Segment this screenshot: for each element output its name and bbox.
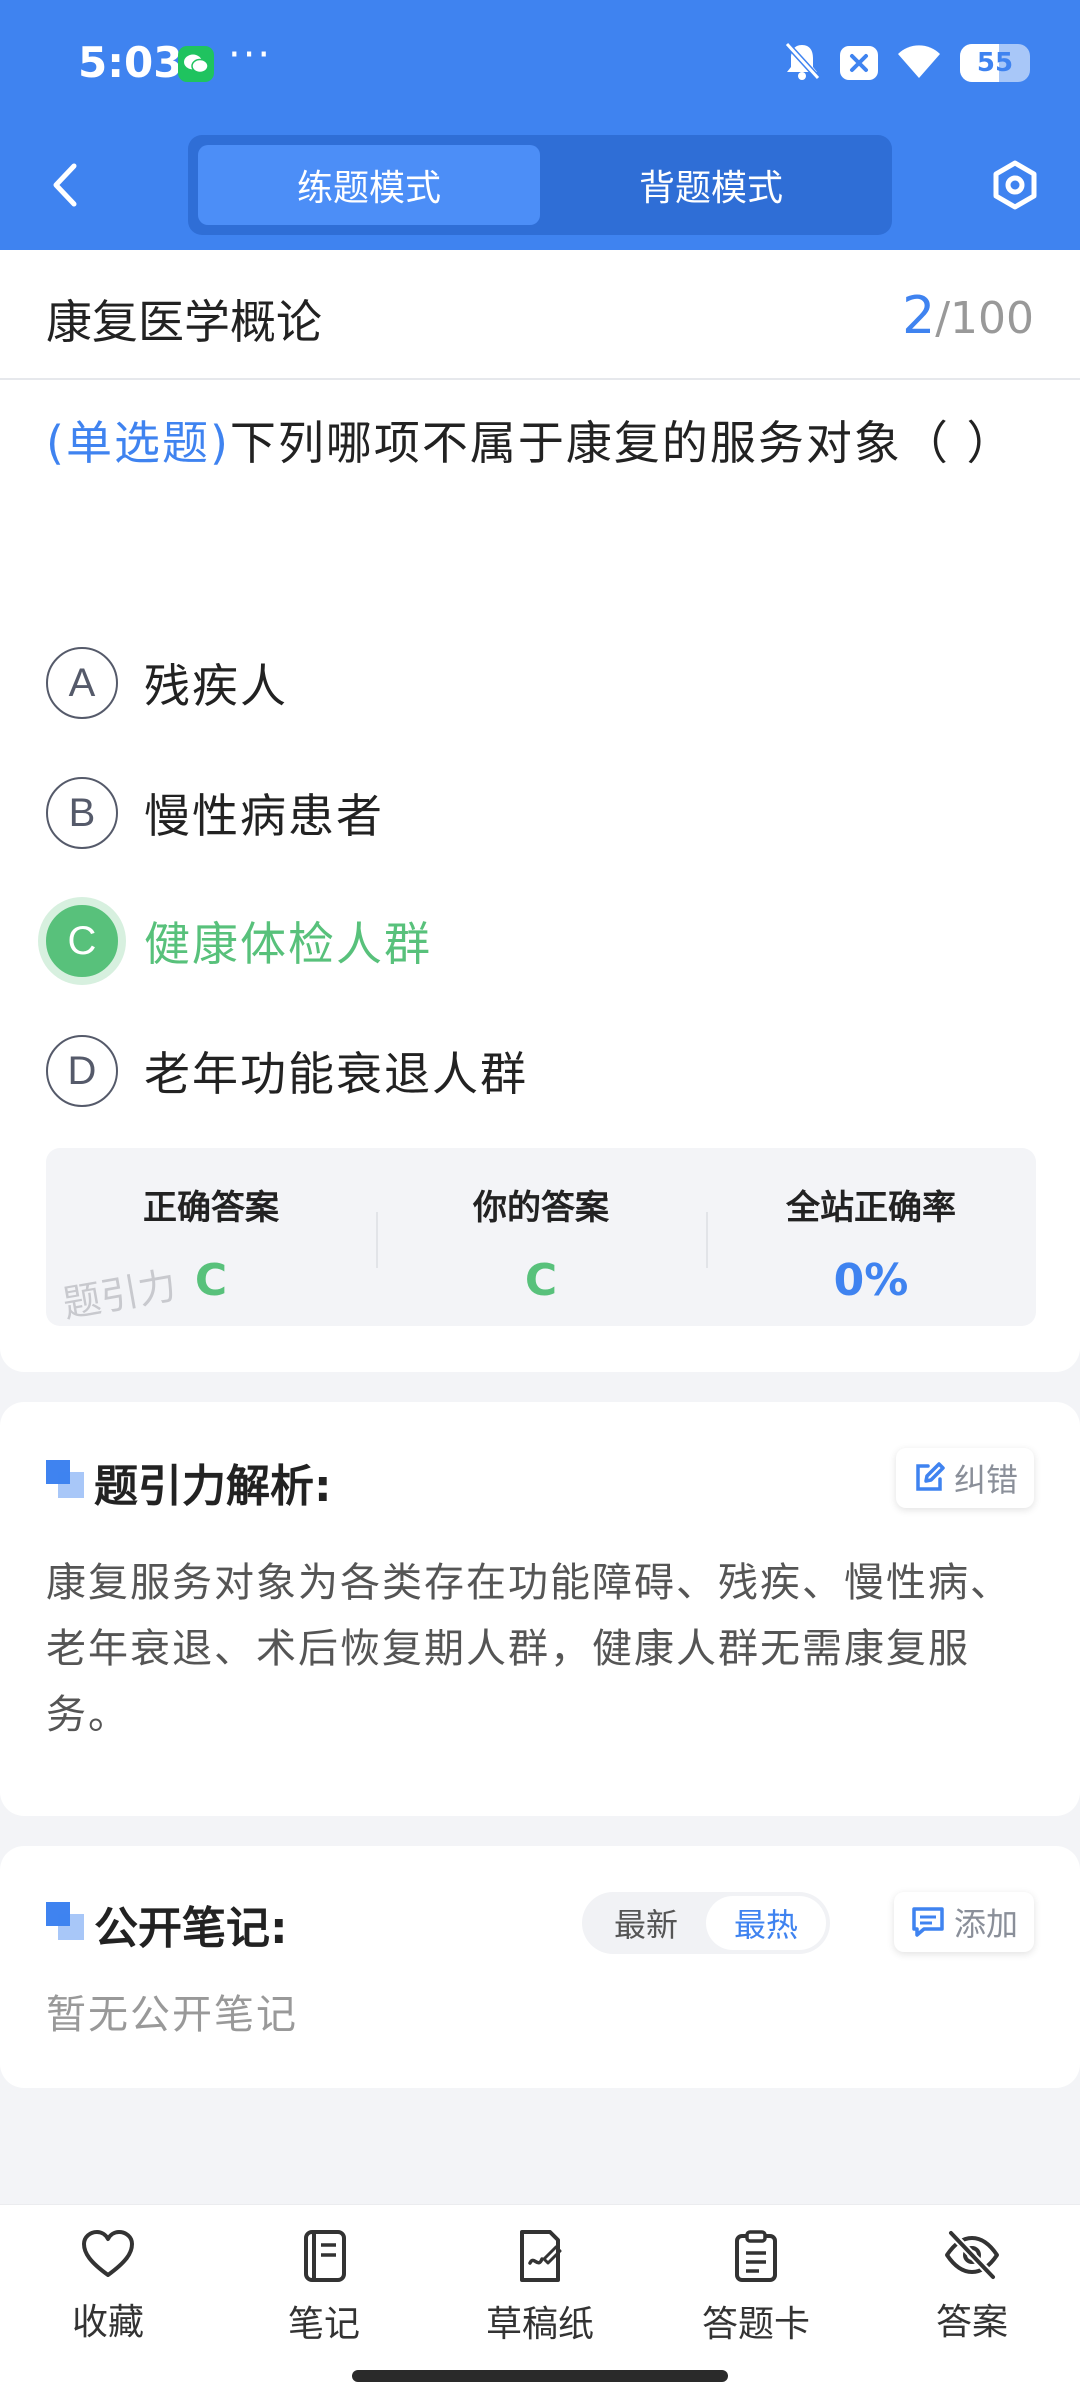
empty-notes-text: 暂无公开笔记 — [46, 1992, 298, 2038]
question-header: 康复医学概论 2/100 — [0, 250, 1080, 380]
back-button[interactable] — [40, 158, 90, 212]
question-type: (单选题) — [46, 416, 230, 470]
option-text: 慢性病患者 — [144, 789, 384, 843]
report-error-label: 纠错 — [953, 1461, 1018, 1499]
option-letter: A — [46, 647, 118, 719]
option-letter: B — [46, 777, 118, 849]
answer-card-icon — [735, 2230, 777, 2282]
notes-title: 公开笔记: — [94, 1903, 288, 1954]
option-a[interactable]: A 残疾人 — [46, 646, 288, 720]
answer-card-label: 答题卡 — [701, 2304, 810, 2345]
total-questions: /100 — [935, 293, 1034, 344]
eye-off-icon — [945, 2230, 999, 2280]
heart-icon — [82, 2230, 134, 2277]
section-icon — [46, 1460, 84, 1498]
settings-button[interactable] — [986, 156, 1044, 214]
option-letter: C — [46, 905, 118, 977]
tab-practice-mode[interactable]: 练题模式 — [198, 145, 540, 225]
option-letter: D — [46, 1035, 118, 1107]
accuracy-value: 0% — [833, 1255, 909, 1306]
silent-bell-icon — [782, 40, 822, 86]
option-text: 健康体检人群 — [144, 917, 432, 971]
mode-switch: 练题模式 背题模式 — [188, 135, 892, 235]
option-text: 老年功能衰退人群 — [144, 1047, 528, 1101]
analysis-title: 题引力解析: — [94, 1461, 332, 1512]
app-header: 5:03 ··· 55 练题模式 背题模式 — [0, 0, 1080, 250]
question-progress: 2/100 — [902, 286, 1034, 346]
question-text: 下列哪项不属于康复的服务对象（ ） — [229, 416, 1015, 470]
edit-icon — [916, 1462, 945, 1491]
add-note-button[interactable]: 添加 — [893, 1892, 1034, 1952]
correct-answer-value: C — [194, 1255, 228, 1306]
analysis-card: 题引力解析: 纠错 康复服务对象为各类存在功能障碍、残疾、慢性病、老年衰退、术后… — [0, 1402, 1080, 1816]
option-d[interactable]: D 老年功能衰退人群 — [46, 1034, 528, 1108]
status-bar: 5:03 ··· 55 — [0, 0, 1080, 125]
comment-icon — [912, 1907, 944, 1937]
course-title: 康复医学概论 — [46, 295, 322, 349]
tab-memorize-mode[interactable]: 背题模式 — [540, 145, 882, 225]
favorite-label: 收藏 — [71, 2302, 144, 2343]
your-answer-value: C — [524, 1255, 558, 1306]
home-indicator[interactable] — [352, 2370, 728, 2382]
notes-card: 公开笔记: 最新 最热 添加 暂无公开笔记 — [0, 1846, 1080, 2088]
notes-label: 笔记 — [287, 2304, 360, 2345]
your-answer-block: 你的答案 C — [376, 1148, 706, 1326]
settings-icon — [993, 160, 1037, 210]
show-answer-label: 答案 — [935, 2302, 1008, 2343]
battery-level: 55 — [976, 48, 1014, 78]
sort-hot-button[interactable]: 最热 — [706, 1896, 826, 1950]
notes-sort-toggle: 最新 最热 — [582, 1892, 830, 1954]
add-note-label: 添加 — [953, 1905, 1018, 1943]
report-error-button[interactable]: 纠错 — [895, 1448, 1034, 1508]
analysis-text: 康复服务对象为各类存在功能障碍、残疾、慢性病、老年衰退、术后恢复期人群，健康人群… — [46, 1560, 1012, 1738]
sort-latest-button[interactable]: 最新 — [586, 1896, 706, 1950]
correct-answer-label: 正确答案 — [143, 1188, 279, 1228]
status-time: 5:03 — [78, 38, 183, 87]
accuracy-label: 全站正确率 — [786, 1188, 956, 1228]
draft-paper-icon — [520, 2230, 562, 2282]
question-card: 康复医学概论 2/100 (单选题)下列哪项不属于康复的服务对象（ ） A 残疾… — [0, 250, 1080, 1372]
wifi-icon — [896, 42, 942, 84]
your-answer-label: 你的答案 — [473, 1188, 609, 1228]
battery-indicator: 55 — [960, 44, 1030, 82]
wechat-icon — [178, 46, 214, 82]
option-c[interactable]: C 健康体检人群 — [46, 904, 432, 978]
notebook-icon — [304, 2230, 346, 2282]
accuracy-block: 全站正确率 0% — [706, 1148, 1036, 1326]
draft-paper-label: 草稿纸 — [485, 2304, 594, 2345]
more-notifications-icon: ··· — [228, 32, 273, 78]
current-question-number: 2 — [902, 286, 936, 346]
option-b[interactable]: B 慢性病患者 — [46, 776, 384, 850]
favorite-button[interactable]: 收藏 — [0, 2205, 216, 2400]
question-stem: (单选题)下列哪项不属于康复的服务对象（ ） — [46, 402, 1036, 484]
section-icon — [46, 1902, 84, 1940]
app-notification-icon — [840, 46, 878, 80]
chevron-left-icon — [53, 163, 77, 207]
option-text: 残疾人 — [144, 659, 288, 713]
show-answer-button[interactable]: 答案 — [864, 2205, 1080, 2400]
answer-summary: 正确答案 C 你的答案 C 全站正确率 0% 题引力 — [46, 1148, 1036, 1326]
